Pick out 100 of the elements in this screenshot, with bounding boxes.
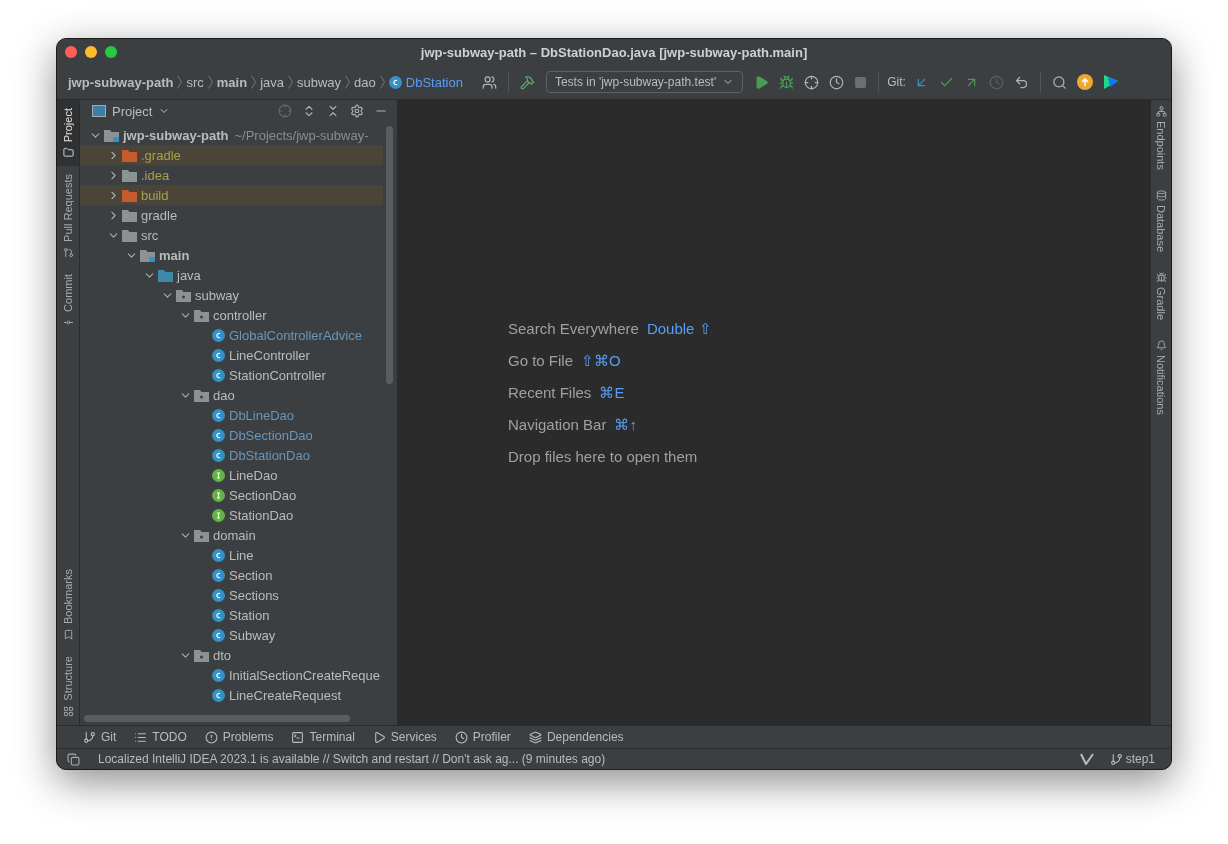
collapse-all-icon[interactable] [326, 104, 340, 118]
editor-hint: Recent Files [508, 384, 592, 402]
tree-row[interactable]: Line [80, 545, 383, 565]
scrollbar[interactable] [84, 715, 350, 722]
tool-window-tab[interactable]: Problems [202, 730, 276, 744]
tool-window-tab[interactable]: Endpoints [1151, 100, 1171, 184]
tree-row[interactable]: StationDao [80, 505, 383, 525]
run-icon[interactable] [754, 74, 770, 90]
window-title: jwp-subway-path – DbStationDao.java [jwp-subway-path.main] [419, 44, 809, 60]
tree-row[interactable]: .idea [80, 165, 383, 185]
folder-icon [140, 248, 155, 262]
breadcrumb[interactable]: jwp-subway-path [68, 74, 174, 90]
panel-title-dropdown[interactable]: Project [92, 103, 171, 119]
tool-window-tab[interactable]: Structure [57, 648, 79, 725]
plugin-icon[interactable] [1102, 74, 1119, 90]
layout-icon[interactable] [67, 752, 80, 766]
tool-window-tab[interactable]: Git [81, 730, 119, 744]
tree-row[interactable]: Station [80, 605, 383, 625]
rollback-icon[interactable] [1013, 74, 1029, 90]
separator-icon [379, 75, 385, 89]
tool-window-tab[interactable]: Database [1151, 183, 1171, 267]
tree-row[interactable]: dto [80, 645, 383, 665]
tool-window-tab[interactable]: Bookmarks [57, 561, 79, 649]
excluded-tree-row[interactable]: .gradle [80, 145, 383, 165]
tree-item-label: InitialSectionCreateReque [229, 667, 381, 683]
tree-row[interactable]: domain [80, 525, 383, 545]
breadcrumb[interactable]: main [216, 74, 248, 90]
tool-window-tab[interactable]: Terminal [289, 730, 357, 744]
tree-row[interactable]: dao [80, 385, 383, 405]
folder-icon [104, 128, 119, 142]
tree-row[interactable]: Subway [80, 625, 383, 645]
tree-row[interactable]: LineCreateRequest [80, 685, 383, 705]
update-available-icon[interactable] [1076, 74, 1093, 90]
tree-item-label: DbLineDao [229, 407, 295, 423]
terminal-icon [291, 730, 305, 744]
tree-row[interactable]: DbStationDao [80, 445, 383, 465]
tree-row[interactable]: main [80, 245, 383, 265]
breadcrumb[interactable]: java [260, 74, 284, 90]
tree-item-label: GlobalControllerAdvice [229, 327, 362, 343]
breadcrumb[interactable]: DbStation [405, 74, 463, 90]
tool-window-tab[interactable]: Profiler [452, 730, 513, 744]
tree-row[interactable]: src [80, 225, 383, 245]
tree-row[interactable]: Section [80, 565, 383, 585]
tool-window-tab[interactable]: Commit [57, 266, 79, 336]
pr-icon [62, 247, 74, 259]
debug-icon[interactable] [779, 74, 795, 90]
tree-item-label: DbStationDao [229, 447, 310, 463]
tree-row[interactable]: jwp-subway-path ~/Projects/jwp-subway- [80, 125, 383, 145]
tool-window-tab[interactable]: Services [370, 730, 439, 744]
tree-row[interactable]: StationController [80, 365, 383, 385]
commit-icon [62, 317, 74, 328]
tree-row[interactable]: DbLineDao [80, 405, 383, 425]
branch-button[interactable]: step1 [1103, 751, 1161, 767]
tool-window-tab[interactable]: Gradle [1151, 266, 1171, 335]
separator-icon [345, 75, 351, 89]
services-icon [372, 730, 386, 744]
vim-icon[interactable] [1079, 753, 1094, 765]
tool-window-tab[interactable]: Pull Requests [57, 166, 79, 267]
breadcrumb[interactable]: src [186, 74, 204, 90]
close-button[interactable] [65, 46, 77, 58]
tree-item-label: src [141, 227, 159, 243]
class-icon [212, 628, 225, 642]
breadcrumb[interactable]: dao [354, 74, 376, 90]
tree-item-label: Subway [229, 627, 276, 643]
tree-row[interactable]: InitialSectionCreateReque [80, 665, 383, 685]
separator-icon [251, 75, 257, 89]
tree-row[interactable]: GlobalControllerAdvice [80, 325, 383, 345]
tool-window-tab[interactable]: Notifications [1151, 334, 1171, 429]
class-icon [212, 668, 225, 682]
class-icon [212, 408, 225, 422]
interface-icon [212, 488, 225, 502]
settings-icon[interactable] [350, 104, 364, 118]
folder-icon [194, 308, 209, 322]
excluded-tree-row[interactable]: build [80, 185, 383, 205]
class-icon [212, 368, 225, 382]
tool-window-tab[interactable]: Dependencies [526, 730, 626, 744]
minimize-button[interactable] [85, 46, 97, 58]
tool-window-tab[interactable]: TODO [132, 730, 189, 744]
search-icon[interactable] [1051, 74, 1067, 90]
breadcrumb[interactable]: subway [297, 74, 342, 90]
tree-row[interactable]: java [80, 265, 383, 285]
tree-row[interactable]: subway [80, 285, 383, 305]
tree-row[interactable]: Sections [80, 585, 383, 605]
build-icon[interactable] [519, 74, 535, 90]
tree-row[interactable]: DbSectionDao [80, 425, 383, 445]
tree-item-label: subway [195, 287, 240, 303]
locate-icon[interactable] [278, 104, 292, 118]
tree-row[interactable]: SectionDao [80, 485, 383, 505]
zoom-button[interactable] [105, 46, 117, 58]
users-icon[interactable] [481, 74, 497, 90]
tool-window-tab[interactable]: Project [57, 100, 79, 167]
stop-icon[interactable] [854, 75, 868, 89]
tree-row[interactable]: LineController [80, 345, 383, 365]
run-configuration-dropdown[interactable]: Tests in 'jwp-subway-path.test' [545, 71, 744, 93]
tree-row[interactable]: gradle [80, 205, 383, 225]
tree-item-label: SectionDao [229, 487, 297, 503]
folder-icon [176, 288, 191, 302]
tree-row[interactable]: controller [80, 305, 383, 325]
scrollbar[interactable] [386, 126, 393, 384]
tree-row[interactable]: LineDao [80, 465, 383, 485]
